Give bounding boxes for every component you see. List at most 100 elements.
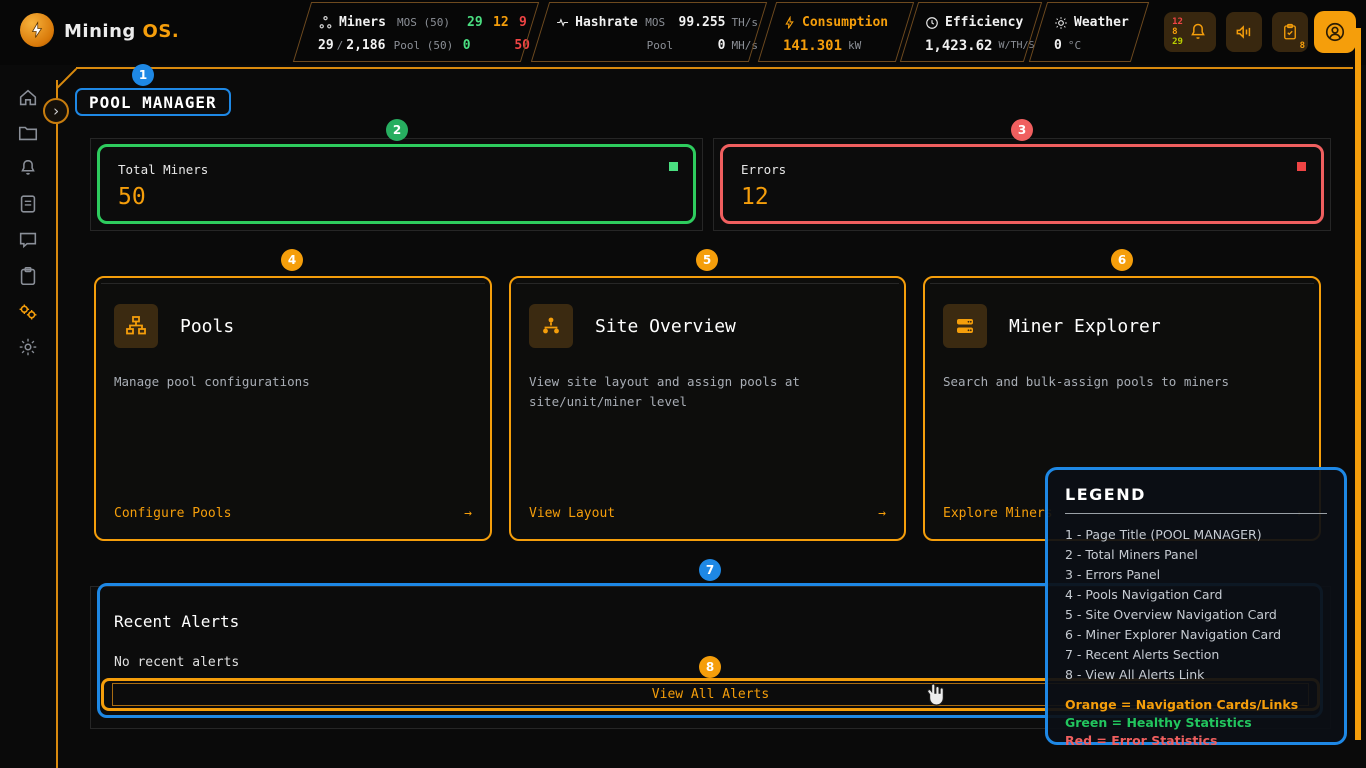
annotation-badge-2: 2 <box>386 119 408 141</box>
notifications-button[interactable]: 12 8 29 <box>1164 12 1216 52</box>
header-efficiency-block: Efficiency 1,423.62 W/TH/S <box>909 2 1033 62</box>
site-overview-nav-card[interactable]: Site Overview View site layout and assig… <box>509 276 906 541</box>
legend-item-3: 3 - Errors Panel <box>1065 565 1327 585</box>
org-chart-icon <box>124 314 148 338</box>
weather-value: 0 <box>1054 38 1062 53</box>
legend-note-red: Red = Error Statistics <box>1065 732 1327 750</box>
header-weather-block: Weather 0 °C <box>1038 2 1140 62</box>
arrow-right-icon: → <box>464 506 472 521</box>
tasks-button[interactable]: 8 <box>1272 12 1308 52</box>
bell-icon <box>1188 22 1208 42</box>
notif-badge-green: 29 <box>1172 37 1183 47</box>
sidebar-item-files[interactable] <box>17 122 39 144</box>
frame-left-border <box>56 80 58 768</box>
total-miners-panel: Total Miners 50 <box>90 138 703 231</box>
user-icon <box>1324 21 1346 43</box>
gauge-clock-icon <box>925 16 939 30</box>
pools-nav-card[interactable]: Pools Manage pool configurations Configu… <box>94 276 492 541</box>
annotation-badge-5: 5 <box>696 249 718 271</box>
speaker-button[interactable] <box>1226 12 1262 52</box>
view-all-alerts-label: View All Alerts <box>652 687 769 702</box>
sidebar-item-reports[interactable] <box>17 193 39 215</box>
sidebar-collapse-button[interactable]: › <box>43 98 69 124</box>
site-overview-card-title: Site Overview <box>595 316 736 337</box>
legend-divider <box>1065 513 1327 514</box>
pools-icon-tile <box>114 304 158 348</box>
efficiency-label: Efficiency <box>945 15 1023 30</box>
home-icon <box>17 87 39 109</box>
recent-alerts-empty-text: No recent alerts <box>114 655 239 670</box>
hashrate-pool-unit: MH/s <box>732 39 759 52</box>
brand-primary: Mining <box>64 21 136 42</box>
view-layout-link[interactable]: View Layout → <box>529 506 886 521</box>
consumption-value: 141.301 <box>783 38 842 54</box>
pools-card-description: Manage pool configurations <box>114 372 444 392</box>
hashrate-pool-value: 0 <box>681 38 726 53</box>
clipboard-icon <box>17 265 39 287</box>
sidebar-item-alerts[interactable] <box>17 157 39 179</box>
brand-name: Mining OS. <box>64 21 179 42</box>
configure-pools-label: Configure Pools <box>114 506 231 521</box>
sidebar-item-messages[interactable] <box>17 229 39 251</box>
miner-explorer-card-title: Miner Explorer <box>1009 316 1161 337</box>
legend-item-2: 2 - Total Miners Panel <box>1065 545 1327 565</box>
frame-top-border <box>76 67 1353 69</box>
annotation-badge-1: 1 <box>132 64 154 86</box>
annotation-badge-3: 3 <box>1011 119 1033 141</box>
miners-active-count: 29 <box>318 38 334 53</box>
miners-pool-ok: 0 <box>463 38 489 53</box>
frame-right-border <box>1355 28 1361 740</box>
arrow-right-icon: → <box>878 506 886 521</box>
notif-badge-red: 12 <box>1172 17 1183 27</box>
header-miners-block: Miners MOS (50) 29 12 9 29 / 2,186 Pool … <box>302 2 530 62</box>
chevron-right-icon: › <box>51 102 60 120</box>
miners-separator: / <box>337 39 344 52</box>
miners-mos-label: MOS (50) <box>397 16 467 29</box>
total-miners-annotation-border: Total Miners 50 <box>97 144 696 224</box>
consumption-unit: kW <box>848 39 861 52</box>
gear-icon <box>17 336 39 358</box>
efficiency-unit: W/TH/S <box>998 40 1034 51</box>
legend-item-7: 7 - Recent Alerts Section <box>1065 645 1327 665</box>
recent-alerts-title: Recent Alerts <box>114 612 239 631</box>
frame-corner-chamfer <box>56 68 76 88</box>
header-hashrate-block: Hashrate MOS 99.255 TH/s Pool 0 MH/s <box>540 2 758 62</box>
page-title: POOL MANAGER <box>75 88 231 116</box>
legend-item-5: 5 - Site Overview Navigation Card <box>1065 605 1327 625</box>
sun-icon <box>1054 16 1068 30</box>
app-logo <box>20 13 54 47</box>
pulse-icon <box>556 15 569 30</box>
weather-unit: °C <box>1068 39 1081 52</box>
miners-mos-ok: 29 <box>467 15 493 30</box>
legend-note-orange: Orange = Navigation Cards/Links <box>1065 696 1327 714</box>
miners-pool-err: 50 <box>514 38 530 53</box>
explore-miners-label: Explore Miners <box>943 506 1053 521</box>
mouse-pointer-cursor <box>925 681 947 712</box>
consumption-label: Consumption <box>802 15 888 30</box>
sidebar-item-tasks[interactable] <box>17 265 39 287</box>
miners-mos-err: 9 <box>519 15 527 30</box>
speaker-icon <box>1234 22 1254 42</box>
pools-card-title: Pools <box>180 316 234 337</box>
configure-pools-link[interactable]: Configure Pools → <box>114 506 472 521</box>
network-nodes-icon <box>318 15 333 30</box>
miner-explorer-icon-tile <box>943 304 987 348</box>
sidebar-item-settings[interactable] <box>17 336 39 358</box>
sidebar-item-pools[interactable] <box>17 301 39 323</box>
annotation-badge-4: 4 <box>281 249 303 271</box>
sidebar-item-home[interactable] <box>17 87 39 109</box>
clipboard-check-icon <box>1281 23 1299 41</box>
errors-panel: Errors 12 <box>713 138 1331 231</box>
user-menu-button[interactable] <box>1314 11 1356 53</box>
lightning-bolt-icon <box>28 21 46 39</box>
annotation-badge-6: 6 <box>1111 249 1133 271</box>
miners-pool-label: Pool (50) <box>394 39 463 52</box>
server-racks-icon <box>953 314 977 338</box>
miners-label: Miners <box>339 15 397 30</box>
errors-annotation-border: Errors 12 <box>720 144 1324 224</box>
errors-value: 12 <box>741 184 1303 210</box>
notif-badge-orange: 8 <box>1172 27 1177 37</box>
total-miners-label: Total Miners <box>118 162 675 177</box>
hashrate-label: Hashrate <box>575 15 645 30</box>
legend-item-4: 4 - Pools Navigation Card <box>1065 585 1327 605</box>
